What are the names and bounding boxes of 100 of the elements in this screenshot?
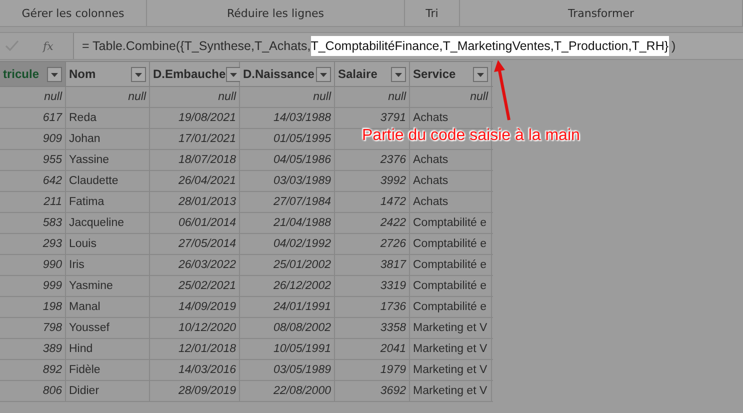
table-cell: Didier bbox=[66, 381, 150, 401]
table-cell: null bbox=[0, 87, 66, 107]
table-cell: 14/03/2016 bbox=[150, 360, 240, 380]
table-cell: 27/07/1984 bbox=[240, 192, 335, 212]
table-cell: 293 bbox=[0, 234, 66, 254]
table-cell: Achats bbox=[410, 150, 492, 170]
table-cell: 3992 bbox=[335, 171, 410, 191]
table-cell: 2422 bbox=[335, 213, 410, 233]
filter-dropdown-icon[interactable] bbox=[473, 66, 488, 82]
filter-dropdown-icon[interactable] bbox=[226, 66, 241, 82]
table-cell: Fatima bbox=[66, 192, 150, 212]
table-cell: 04/02/1992 bbox=[240, 234, 335, 254]
table-cell: Marketing et V bbox=[410, 339, 492, 359]
table-cell: Achats bbox=[410, 192, 492, 212]
table-cell: 14/03/1988 bbox=[240, 108, 335, 128]
table-cell: 955 bbox=[0, 150, 66, 170]
ribbon-group-label: Transformer bbox=[460, 0, 743, 26]
column-header[interactable]: D.Embauche bbox=[150, 62, 240, 86]
table-cell: 08/08/2002 bbox=[240, 318, 335, 338]
table-cell: 10/12/2020 bbox=[150, 318, 240, 338]
table-cell: 27/05/2014 bbox=[150, 234, 240, 254]
filter-dropdown-icon[interactable] bbox=[131, 66, 146, 82]
table-cell: 617 bbox=[0, 108, 66, 128]
table-cell: null bbox=[150, 87, 240, 107]
table-cell: 22/08/2000 bbox=[240, 381, 335, 401]
filter-dropdown-icon[interactable] bbox=[316, 66, 331, 82]
table-cell: Jacqueline bbox=[66, 213, 150, 233]
table-cell: Yassine bbox=[66, 150, 150, 170]
table-cell: 03/03/1989 bbox=[240, 171, 335, 191]
ribbon-group-label: Réduire les lignes bbox=[147, 0, 405, 26]
table-cell: 10/05/1991 bbox=[240, 339, 335, 359]
table-cell: 798 bbox=[0, 318, 66, 338]
column-header[interactable]: D.Naissance bbox=[240, 62, 335, 86]
table-cell: Comptabilité e bbox=[410, 213, 492, 233]
table-cell: 3319 bbox=[335, 276, 410, 296]
table-cell: 03/05/1989 bbox=[240, 360, 335, 380]
table-cell: 18/07/2018 bbox=[150, 150, 240, 170]
table-cell: Manal bbox=[66, 297, 150, 317]
table-cell: Youssef bbox=[66, 318, 150, 338]
table-cell: 01/05/1995 bbox=[240, 129, 335, 149]
column-header[interactable]: Salaire bbox=[335, 62, 410, 86]
table-cell: Yasmine bbox=[66, 276, 150, 296]
formula-field[interactable]: = Table.Combine({T_Synthese,T_Achats,T_ComptabilitéFinance,T_MarketingVentes,T_Production,T_RH} ) bbox=[73, 33, 743, 59]
table-cell: Comptabilité e bbox=[410, 234, 492, 254]
ribbon-group-label: Gérer les colonnes bbox=[0, 0, 147, 26]
table-cell: 25/02/2021 bbox=[150, 276, 240, 296]
table-cell: 12/01/2018 bbox=[150, 339, 240, 359]
table-cell: 3791 bbox=[335, 108, 410, 128]
table-cell: Hind bbox=[66, 339, 150, 359]
table-cell: Johan bbox=[66, 129, 150, 149]
table-cell: 21/04/1988 bbox=[240, 213, 335, 233]
table-cell: 198 bbox=[0, 297, 66, 317]
table-cell: Achats bbox=[410, 108, 492, 128]
table-cell: Marketing et V bbox=[410, 360, 492, 380]
table-cell: 14/09/2019 bbox=[150, 297, 240, 317]
column-header[interactable]: Nom bbox=[66, 62, 150, 86]
table-cell: Louis bbox=[66, 234, 150, 254]
table-cell: 24/01/1991 bbox=[240, 297, 335, 317]
table-cell: 3817 bbox=[335, 255, 410, 275]
table-cell: null bbox=[335, 87, 410, 107]
table-cell: 26/03/2022 bbox=[150, 255, 240, 275]
table-cell: 909 bbox=[0, 129, 66, 149]
annotation-text: Partie du code saisie à la main bbox=[362, 127, 580, 145]
table-cell: 642 bbox=[0, 171, 66, 191]
table-cell: 17/01/2021 bbox=[150, 129, 240, 149]
table-cell: 583 bbox=[0, 213, 66, 233]
table-cell: Comptabilité e bbox=[410, 276, 492, 296]
table-cell: 3692 bbox=[335, 381, 410, 401]
table-cell: 2376 bbox=[335, 150, 410, 170]
table-cell: 1736 bbox=[335, 297, 410, 317]
table-cell: Comptabilité e bbox=[410, 255, 492, 275]
table-cell: 28/09/2019 bbox=[150, 381, 240, 401]
table-cell: 26/12/2002 bbox=[240, 276, 335, 296]
table-cell: 892 bbox=[0, 360, 66, 380]
table-cell: 06/01/2014 bbox=[150, 213, 240, 233]
table-cell: 2041 bbox=[335, 339, 410, 359]
table-cell: Iris bbox=[66, 255, 150, 275]
table-cell: 990 bbox=[0, 255, 66, 275]
table-cell: Fidèle bbox=[66, 360, 150, 380]
table-cell: 25/01/2002 bbox=[240, 255, 335, 275]
table-cell: Reda bbox=[66, 108, 150, 128]
table-cell: Claudette bbox=[66, 171, 150, 191]
table-cell: null bbox=[410, 87, 492, 107]
table-cell: 1472 bbox=[335, 192, 410, 212]
table-cell: Comptabilité e bbox=[410, 297, 492, 317]
fx-label[interactable]: fx bbox=[43, 40, 73, 52]
table-cell: Marketing et V bbox=[410, 318, 492, 338]
table-cell: Achats bbox=[410, 171, 492, 191]
table-cell: 19/08/2021 bbox=[150, 108, 240, 128]
table-cell: Marketing et V bbox=[410, 381, 492, 401]
table-cell: 1979 bbox=[335, 360, 410, 380]
table-cell: null bbox=[66, 87, 150, 107]
table-cell: 211 bbox=[0, 192, 66, 212]
filter-dropdown-icon[interactable] bbox=[391, 66, 406, 82]
table-cell: 3358 bbox=[335, 318, 410, 338]
table-cell: 806 bbox=[0, 381, 66, 401]
table-cell: 999 bbox=[0, 276, 66, 296]
column-header[interactable]: Service bbox=[410, 62, 492, 86]
filter-dropdown-icon[interactable] bbox=[47, 66, 62, 82]
table-cell: 26/04/2021 bbox=[150, 171, 240, 191]
